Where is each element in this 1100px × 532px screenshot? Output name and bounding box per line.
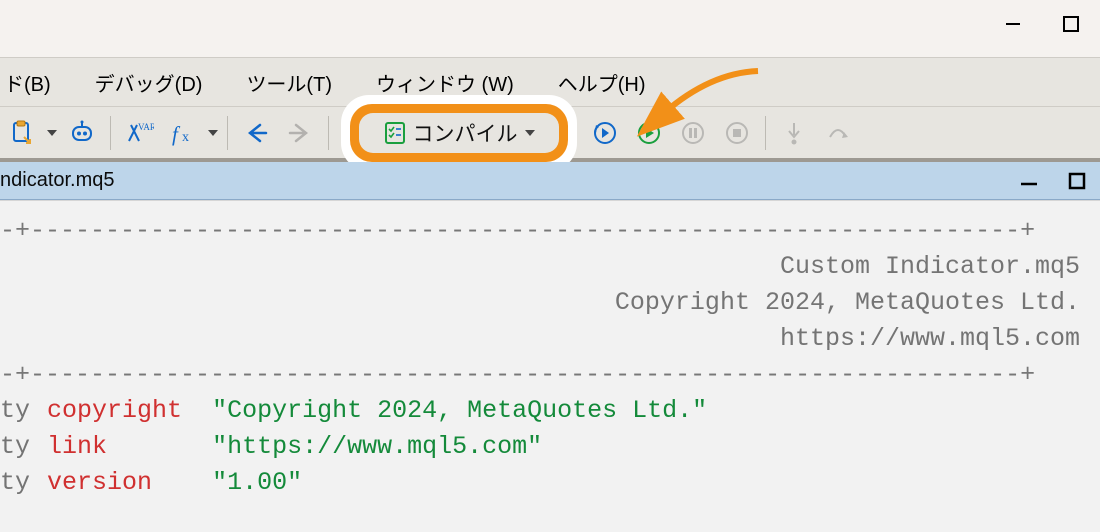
compile-label: コンパイル [413, 118, 518, 148]
toolbar-separator [328, 116, 329, 150]
doc-maximize-button[interactable] [1060, 164, 1094, 198]
pause-debug-icon [671, 111, 715, 155]
titlebar [0, 0, 1100, 58]
toolbar-separator [227, 116, 228, 150]
restart-debug-icon[interactable] [583, 111, 627, 155]
compile-button[interactable]: コンパイル [359, 113, 559, 153]
header-comment-block: Custom Indicator.mq5 Copyright 2024, Met… [0, 249, 1088, 357]
code-line: ty copyright "Copyright 2024, MetaQuotes… [0, 393, 1088, 429]
start-debug-icon[interactable] [627, 111, 671, 155]
minimize-button[interactable] [984, 0, 1042, 48]
doc-minimize-button[interactable] [1012, 164, 1046, 198]
paste-dropdown[interactable] [44, 127, 60, 139]
menu-help[interactable]: ヘルプ(H) [554, 68, 650, 97]
maximize-button[interactable] [1042, 0, 1100, 48]
code-editor[interactable]: -+--------------------------------------… [0, 200, 1100, 532]
menu-window[interactable]: ウィンドウ (W) [372, 68, 518, 97]
comment-line: Copyright 2024, MetaQuotes Ltd. [0, 285, 1080, 321]
compile-button-highlight: コンパイル [341, 95, 577, 171]
copilot-icon[interactable] [60, 111, 104, 155]
code-line: ty link "https://www.mql5.com" [0, 429, 1088, 465]
step-over-icon [816, 111, 860, 155]
code-line: ty version "1.00" [0, 465, 1088, 501]
document-tab-name[interactable]: ndicator.mq5 [0, 169, 115, 192]
comment-divider: -+--------------------------------------… [0, 213, 1088, 249]
window-controls [984, 0, 1100, 48]
function-dropdown[interactable] [205, 127, 221, 139]
comment-divider: -+--------------------------------------… [0, 357, 1088, 393]
comment-line: https://www.mql5.com [0, 321, 1080, 357]
comment-line: Custom Indicator.mq5 [0, 249, 1080, 285]
compile-dropdown-icon[interactable] [524, 127, 536, 139]
step-into-icon [772, 111, 816, 155]
checklist-icon [383, 121, 407, 145]
toolbar-separator [110, 116, 111, 150]
toolbar: VAR f x コンパイル [0, 106, 1100, 162]
variable-icon[interactable]: VAR [117, 111, 161, 155]
svg-text:x: x [182, 130, 189, 145]
menu-build[interactable]: ド(B) [0, 68, 55, 97]
menu-debug[interactable]: デバッグ(D) [91, 68, 207, 97]
document-tabbar: ndicator.mq5 [0, 162, 1100, 200]
paste-icon[interactable] [0, 111, 44, 155]
back-icon[interactable] [234, 111, 278, 155]
svg-text:f: f [172, 122, 181, 146]
document-window-controls [1012, 164, 1094, 198]
toolbar-separator [765, 116, 766, 150]
forward-icon [278, 111, 322, 155]
menu-tools[interactable]: ツール(T) [242, 68, 336, 97]
function-icon[interactable]: f x [161, 111, 205, 155]
stop-debug-icon [715, 111, 759, 155]
svg-text:VAR: VAR [138, 122, 154, 132]
